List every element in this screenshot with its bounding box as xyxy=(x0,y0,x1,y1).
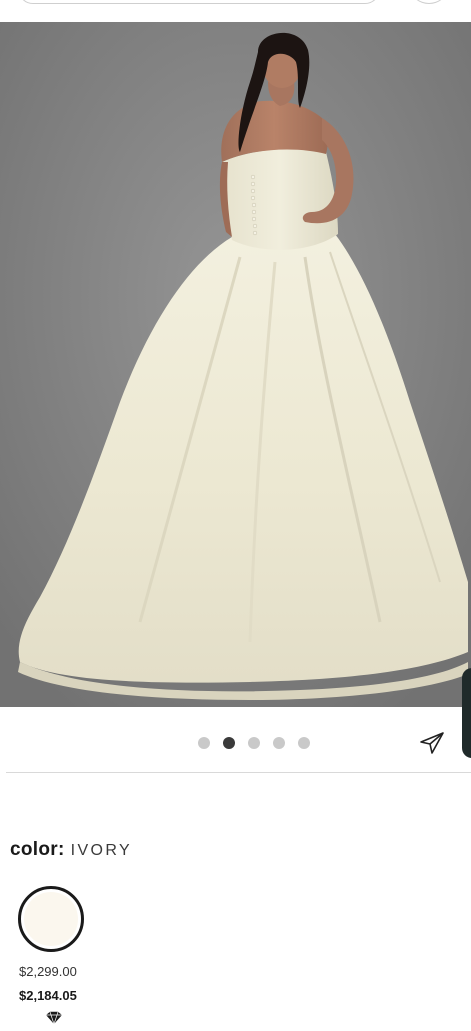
color-swatch-ivory[interactable] xyxy=(18,886,84,952)
product-image[interactable] xyxy=(0,22,471,707)
share-button[interactable] xyxy=(418,730,446,756)
gallery-dot[interactable] xyxy=(298,737,310,749)
color-selector-header: color: IVORY xyxy=(10,839,132,861)
gallery-dot[interactable] xyxy=(273,737,285,749)
gallery-dot-active[interactable] xyxy=(223,737,235,749)
selected-color-name: IVORY xyxy=(70,842,133,859)
search-bar[interactable] xyxy=(18,0,380,4)
top-bar xyxy=(0,0,471,22)
gallery-dot[interactable] xyxy=(198,737,210,749)
account-button[interactable] xyxy=(411,0,447,4)
product-page: color: IVORY $2,299.00 $2,184.05 xyxy=(0,0,471,1031)
color-label: color: xyxy=(10,839,65,860)
gallery-dot[interactable] xyxy=(248,737,260,749)
dress-illustration xyxy=(0,22,471,707)
diamond-icon xyxy=(46,1011,62,1025)
section-divider xyxy=(6,772,471,773)
swatch-fill xyxy=(24,892,78,946)
sale-price: $2,184.05 xyxy=(19,988,77,1003)
share-arrow-icon xyxy=(420,732,444,754)
gallery-pagination xyxy=(198,737,310,751)
floating-side-tab[interactable] xyxy=(462,668,471,758)
original-price: $2,299.00 xyxy=(19,964,77,979)
